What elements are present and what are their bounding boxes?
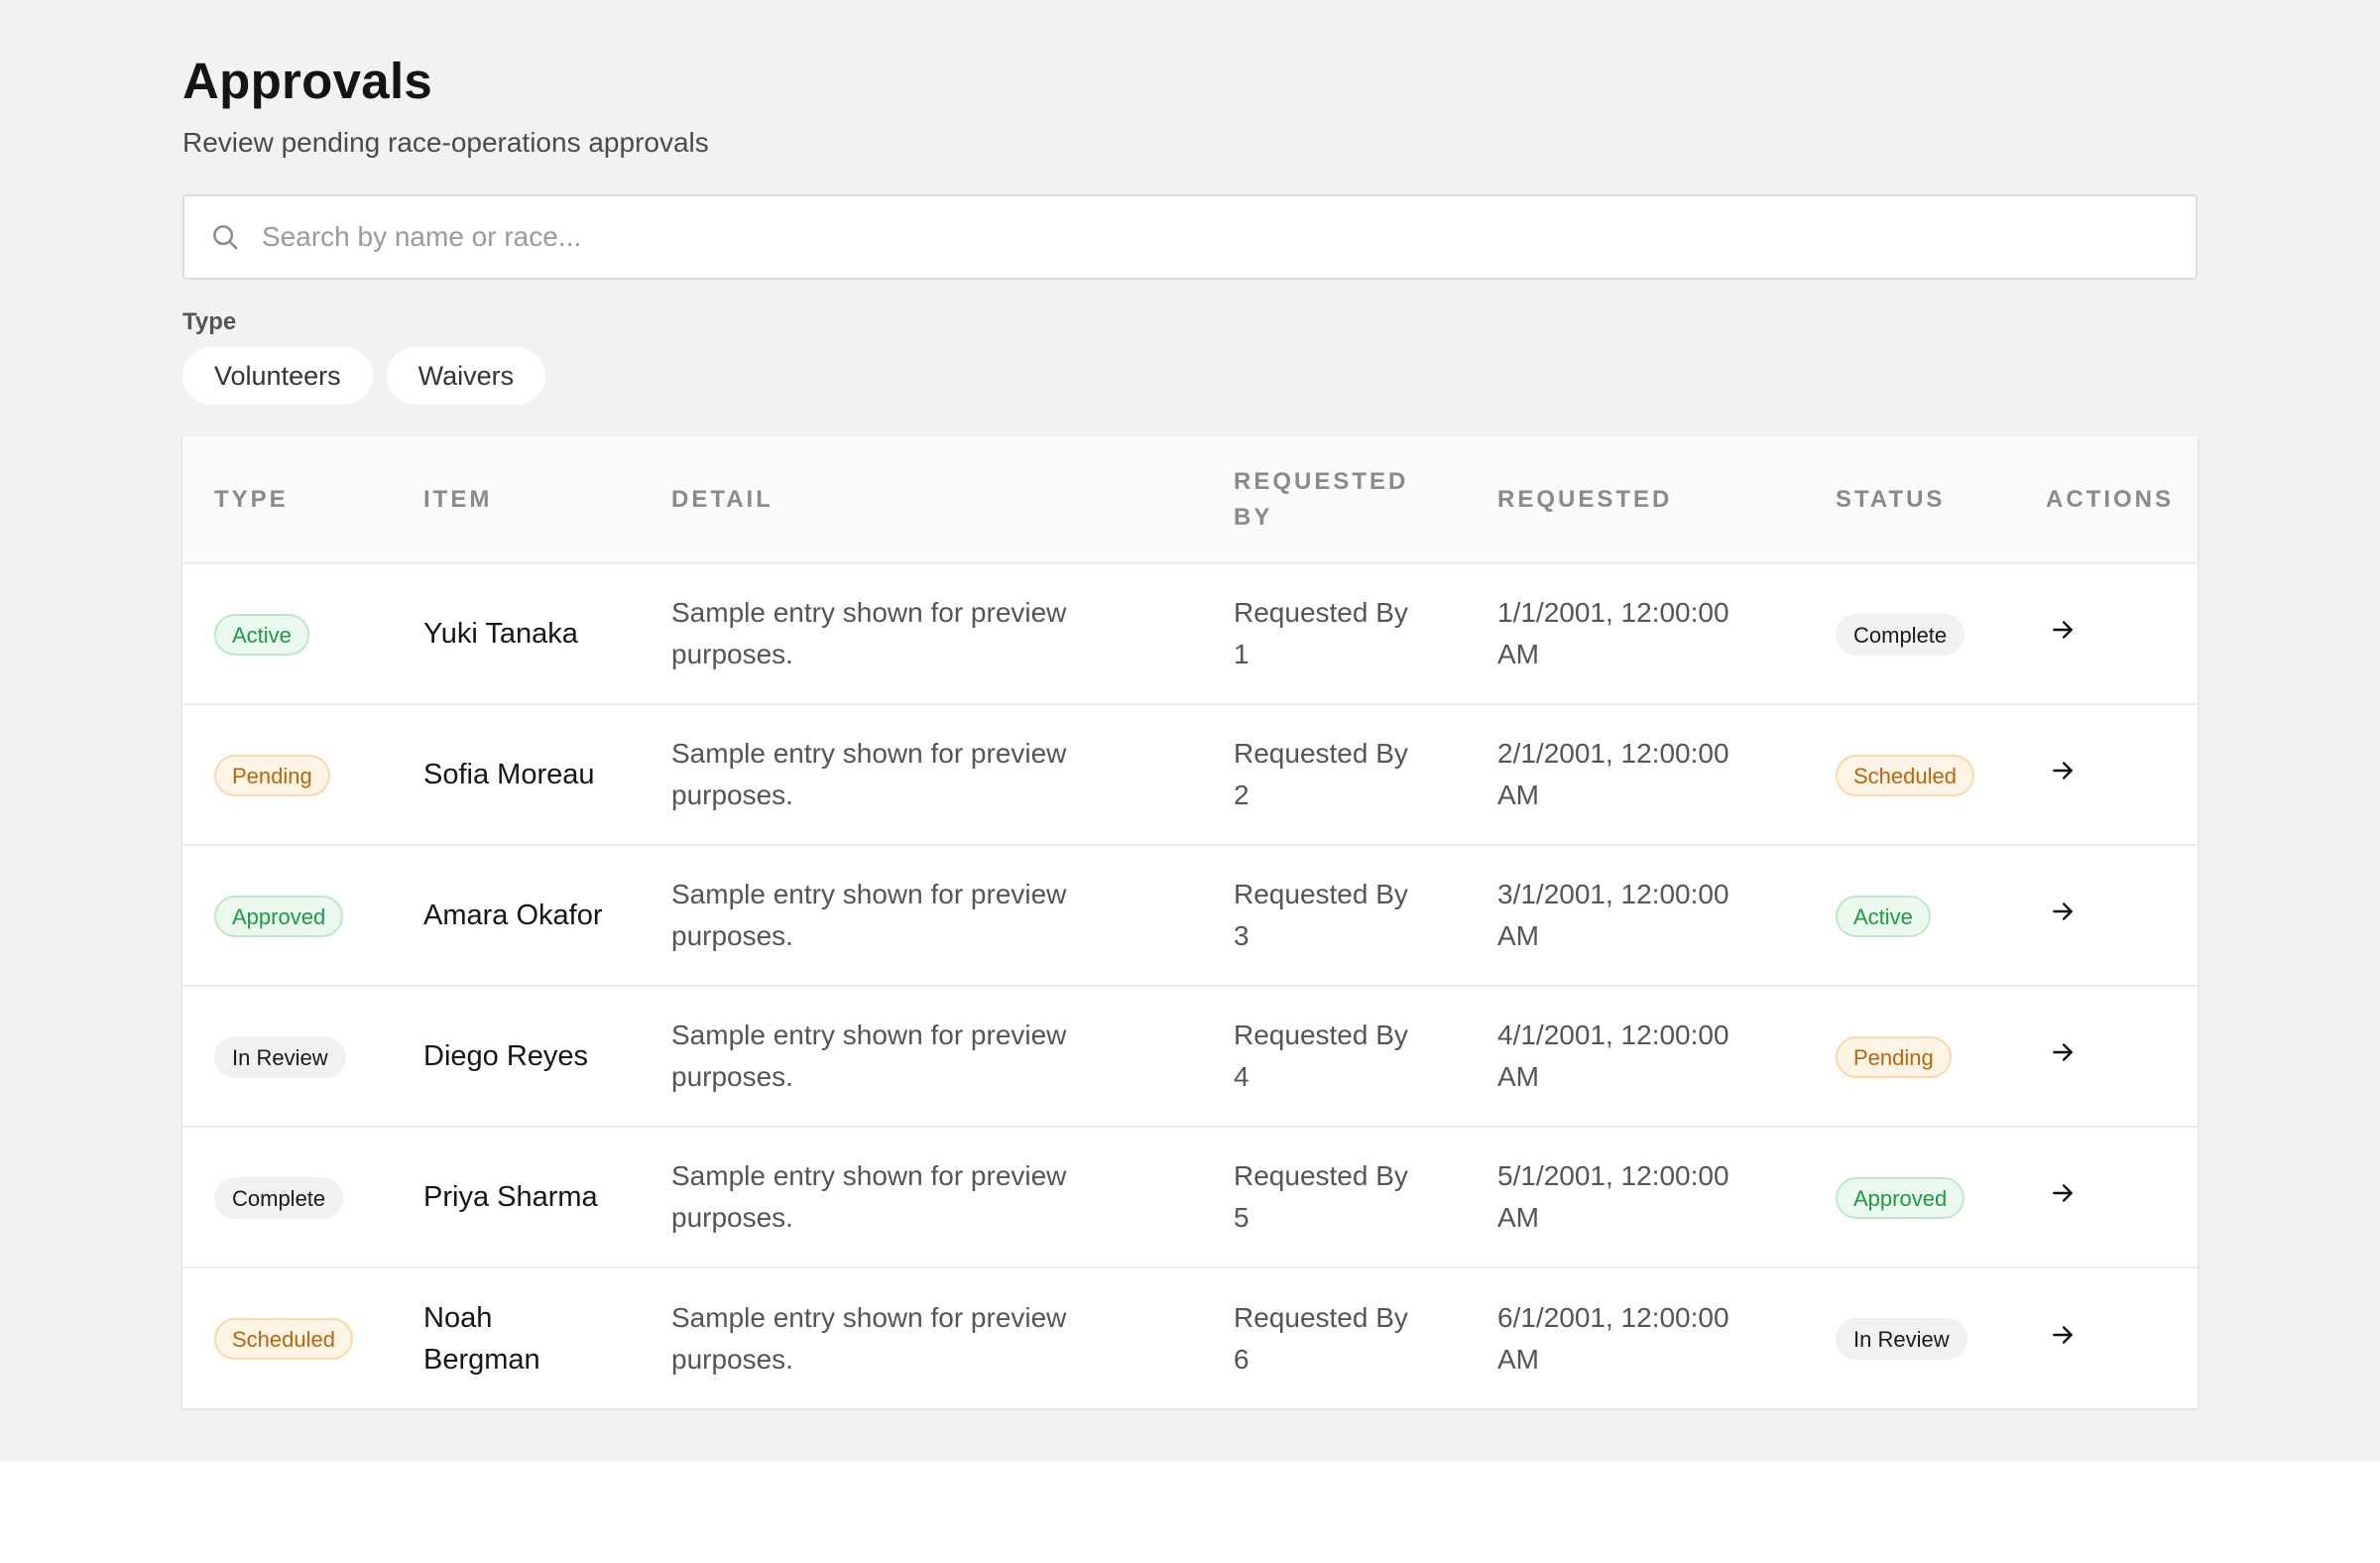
table-row[interactable]: Approved Amara Okafor Sample entry shown… [182, 845, 2198, 986]
item-name: Diego Reyes [423, 1040, 589, 1072]
search-box [182, 194, 2198, 280]
table-header-row: TYPE ITEM DETAIL REQUESTED BY REQUESTED … [182, 436, 2198, 563]
detail-text: Sample entry shown for preview purposes. [671, 1160, 1067, 1233]
requested-by: Requested By 4 [1234, 1020, 1408, 1092]
approvals-table-card: TYPE ITEM DETAIL REQUESTED BY REQUESTED … [182, 436, 2198, 1408]
requested-date: 6/1/2001, 12:00:00 AM [1497, 1301, 1729, 1375]
detail-text: Sample entry shown for preview purposes. [671, 597, 1067, 669]
column-header-detail: DETAIL [671, 485, 774, 513]
filter-chip-waivers[interactable]: Waivers [386, 347, 546, 405]
table-row[interactable]: Active Yuki Tanaka Sample entry shown fo… [182, 563, 2198, 704]
type-filter-chips: Volunteers Waivers [182, 347, 2198, 405]
column-header-requested: REQUESTED [1497, 485, 1673, 513]
table-row[interactable]: In Review Diego Reyes Sample entry shown… [182, 986, 2198, 1127]
arrow-right-icon[interactable] [2046, 1318, 2080, 1352]
item-name: Sofia Moreau [423, 759, 595, 790]
table-row[interactable]: Complete Priya Sharma Sample entry shown… [182, 1127, 2198, 1267]
type-badge: Complete [214, 1176, 344, 1219]
type-badge: In Review [214, 1035, 346, 1078]
status-badge: In Review [1836, 1318, 1967, 1360]
detail-text: Sample entry shown for preview purposes. [671, 1301, 1067, 1375]
page-title: Approvals [182, 53, 433, 109]
type-badge: Active [214, 613, 309, 656]
requested-date: 4/1/2001, 12:00:00 AM [1497, 1020, 1729, 1092]
item-name: Priya Sharma [423, 1181, 598, 1213]
type-badge: Pending [214, 754, 330, 796]
requested-date: 2/1/2001, 12:00:00 AM [1497, 738, 1729, 810]
requested-by: Requested By 5 [1234, 1160, 1408, 1233]
column-header-status: STATUS [1836, 485, 1946, 513]
detail-text: Sample entry shown for preview purposes. [671, 738, 1067, 810]
arrow-right-icon[interactable] [2046, 1035, 2080, 1069]
item-name: Amara Okafor [423, 900, 603, 931]
status-badge: Pending [1836, 1035, 1952, 1078]
main-content: Approvals Review pending race-operations… [182, 52, 2198, 1408]
requested-date: 1/1/2001, 12:00:00 AM [1497, 597, 1729, 669]
status-badge: Complete [1836, 613, 1965, 656]
column-header-requested-by: REQUESTED BY [1234, 467, 1409, 531]
status-badge: Active [1836, 895, 1931, 937]
requested-date: 5/1/2001, 12:00:00 AM [1497, 1160, 1729, 1233]
status-badge: Scheduled [1836, 754, 1974, 796]
approvals-table: TYPE ITEM DETAIL REQUESTED BY REQUESTED … [182, 436, 2198, 1408]
filter-chip-volunteers[interactable]: Volunteers [182, 347, 373, 405]
item-name: Noah Bergman [423, 1301, 540, 1376]
requested-by: Requested By 2 [1234, 738, 1408, 810]
column-header-item: ITEM [423, 485, 493, 513]
column-header-type: TYPE [214, 485, 289, 513]
search-icon [208, 220, 242, 254]
requested-by: Requested By 3 [1234, 879, 1408, 951]
detail-text: Sample entry shown for preview purposes. [671, 879, 1067, 951]
page-background: Approvals Review pending race-operations… [0, 0, 2380, 1462]
type-badge: Scheduled [214, 1318, 353, 1360]
arrow-right-icon[interactable] [2046, 1176, 2080, 1210]
arrow-right-icon[interactable] [2046, 754, 2080, 787]
arrow-right-icon[interactable] [2046, 895, 2080, 928]
detail-text: Sample entry shown for preview purposes. [671, 1020, 1067, 1092]
requested-date: 3/1/2001, 12:00:00 AM [1497, 879, 1729, 951]
arrow-right-icon[interactable] [2046, 613, 2080, 647]
item-name: Yuki Tanaka [423, 618, 578, 650]
table-row[interactable]: Pending Sofia Moreau Sample entry shown … [182, 704, 2198, 845]
requested-by: Requested By 6 [1234, 1301, 1408, 1375]
column-header-actions: ACTIONS [2046, 485, 2174, 513]
filter-label-type: Type [182, 308, 237, 335]
search-input[interactable] [262, 221, 2047, 253]
status-badge: Approved [1836, 1176, 1965, 1219]
page-subtitle: Review pending race-operations approvals [182, 127, 709, 158]
requested-by: Requested By 1 [1234, 597, 1408, 669]
type-badge: Approved [214, 895, 344, 937]
table-row[interactable]: Scheduled Noah Bergman Sample entry show… [182, 1267, 2198, 1408]
